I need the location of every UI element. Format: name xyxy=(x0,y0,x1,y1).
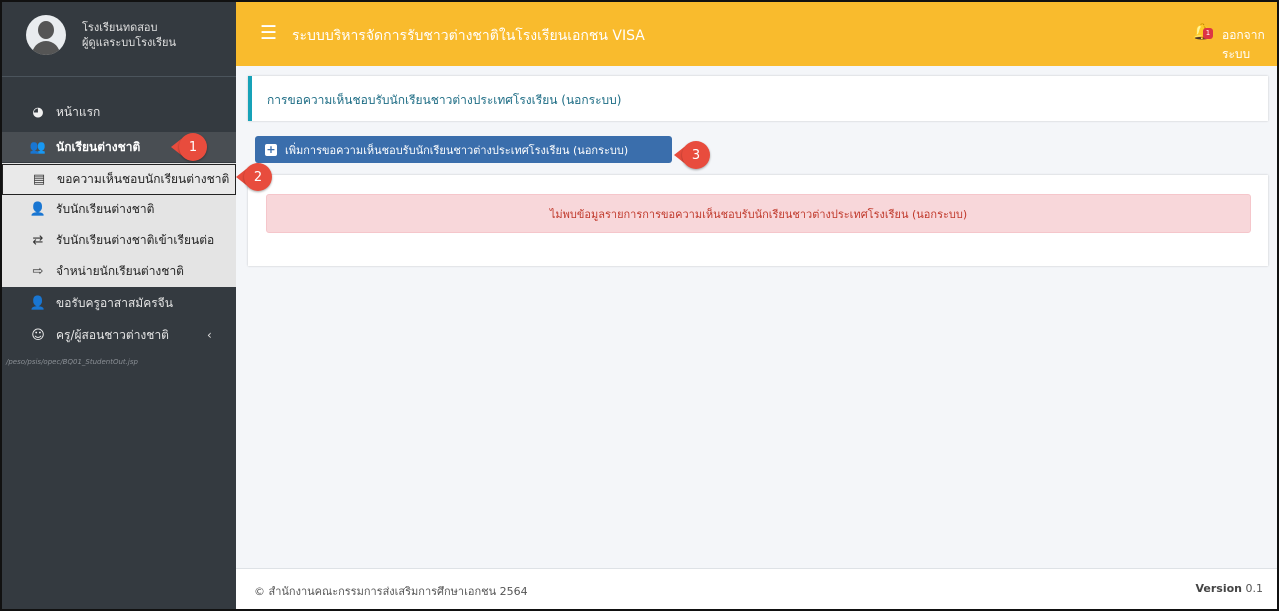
avatar xyxy=(26,15,66,55)
school-name: โรงเรียนทดสอบ xyxy=(82,21,158,34)
add-button-label: เพิ่มการขอความเห็นชอบรับนักเรียนชาวต่างป… xyxy=(285,143,629,157)
footer: © สำนักงานคณะกรรมการส่งเสริมการศึกษาเอกช… xyxy=(236,568,1277,609)
sidebar-item-foreign-teachers[interactable]: ☺ ครู/ผู้สอนชาวต่างชาติ ‹ xyxy=(2,320,236,350)
version-number: 0.1 xyxy=(1245,582,1264,595)
menu-toggle-icon[interactable]: ☰ xyxy=(260,22,277,44)
top-navbar: ☰ ระบบบริหารจัดการรับชาวต่างชาติในโรงเรี… xyxy=(236,2,1277,66)
chevron-left-icon: ‹ xyxy=(207,328,212,342)
callout-number: 2 xyxy=(244,163,272,191)
submenu-item-label: รับนักเรียนต่างชาติ xyxy=(56,202,155,216)
dashboard-icon: ◕ xyxy=(32,104,44,120)
submenu-item-discharge-students[interactable]: ⇨ จำหน่ายนักเรียนต่างชาติ xyxy=(2,256,236,287)
sidebar-item-home[interactable]: ◕ หน้าแรก xyxy=(2,97,236,127)
add-approval-request-button[interactable]: + เพิ่มการขอความเห็นชอบรับนักเรียนชาวต่า… xyxy=(255,136,672,163)
version-label: Version xyxy=(1195,582,1242,595)
plus-square-icon: + xyxy=(265,142,277,156)
submenu-item-label: รับนักเรียนต่างชาติเข้าเรียนต่อ xyxy=(56,233,215,247)
user-check-icon: 👤 xyxy=(29,202,47,217)
transfer-users-icon: ⇄ xyxy=(32,233,44,248)
empty-state-alert: ไม่พบข้อมูลรายการการขอความเห็นชอบรับนักเ… xyxy=(266,194,1251,233)
sidebar-item-label: นักเรียนต่างชาติ xyxy=(56,139,141,154)
foreign-students-submenu: ▤ ขอความเห็นชอบนักเรียนต่างชาติ 👤 รับนัก… xyxy=(2,163,236,287)
user-panel: โรงเรียนทดสอบ ผู้ดูแลระบบโรงเรียน xyxy=(2,2,236,77)
callout-1: 1 xyxy=(171,133,207,161)
sidebar-item-label: หน้าแรก xyxy=(56,104,101,119)
notification-badge: 1 xyxy=(1203,28,1213,39)
app-window: โรงเรียนทดสอบ ผู้ดูแลระบบโรงเรียน ◕ หน้า… xyxy=(0,0,1279,611)
users-icon: 👥 xyxy=(29,139,47,155)
sidebar-item-label: ขอรับครูอาสาสมัครจีน xyxy=(56,295,173,310)
page-heading-card: การขอความเห็นชอบรับนักเรียนชาวต่างประเทศ… xyxy=(248,76,1268,121)
submenu-item-label: ขอความเห็นชอบนักเรียนต่างชาติ xyxy=(57,172,230,186)
submenu-item-label: จำหน่ายนักเรียนต่างชาติ xyxy=(56,264,184,278)
user-plus-icon: 👤 xyxy=(29,295,47,311)
results-card: ไม่พบข้อมูลรายการการขอความเห็นชอบรับนักเ… xyxy=(248,175,1268,266)
callout-number: 3 xyxy=(682,141,710,169)
page-title: การขอความเห็นชอบรับนักเรียนชาวต่างประเทศ… xyxy=(267,93,622,107)
submenu-item-receive-students[interactable]: 👤 รับนักเรียนต่างชาติ xyxy=(2,194,236,225)
sidebar-item-chinese-volunteer[interactable]: 👤 ขอรับครูอาสาสมัครจีน xyxy=(2,288,236,318)
sign-out-icon: ⇨ xyxy=(32,264,44,279)
sidebar-item-label: ครู/ผู้สอนชาวต่างชาติ xyxy=(56,327,169,342)
logout-link[interactable]: ออกจากระบบ xyxy=(1222,26,1277,64)
sidebar: โรงเรียนทดสอบ ผู้ดูแลระบบโรงเรียน ◕ หน้า… xyxy=(2,2,236,609)
callout-3: 3 xyxy=(674,141,710,169)
document-icon: ▤ xyxy=(32,172,46,187)
teacher-group-icon: ☺ xyxy=(31,327,45,343)
user-role: ผู้ดูแลระบบโรงเรียน xyxy=(82,36,177,49)
copyright-text: © สำนักงานคณะกรรมการส่งเสริมการศึกษาเอกช… xyxy=(254,585,528,598)
main-content: การขอความเห็นชอบรับนักเรียนชาวต่างประเทศ… xyxy=(236,66,1277,568)
app-title: ระบบบริหารจัดการรับชาวต่างชาติในโรงเรียน… xyxy=(292,28,645,44)
callout-2: 2 xyxy=(236,163,272,191)
version-info: Version 0.1 xyxy=(1195,582,1263,595)
callout-number: 1 xyxy=(179,133,207,161)
submenu-item-receive-transfer[interactable]: ⇄ รับนักเรียนต่างชาติเข้าเรียนต่อ xyxy=(2,225,236,256)
submenu-item-approval-request[interactable]: ▤ ขอความเห็นชอบนักเรียนต่างชาติ xyxy=(2,164,236,195)
status-path: /peso/psis/opec/BQ01_StudentOut.jsp xyxy=(6,358,138,366)
